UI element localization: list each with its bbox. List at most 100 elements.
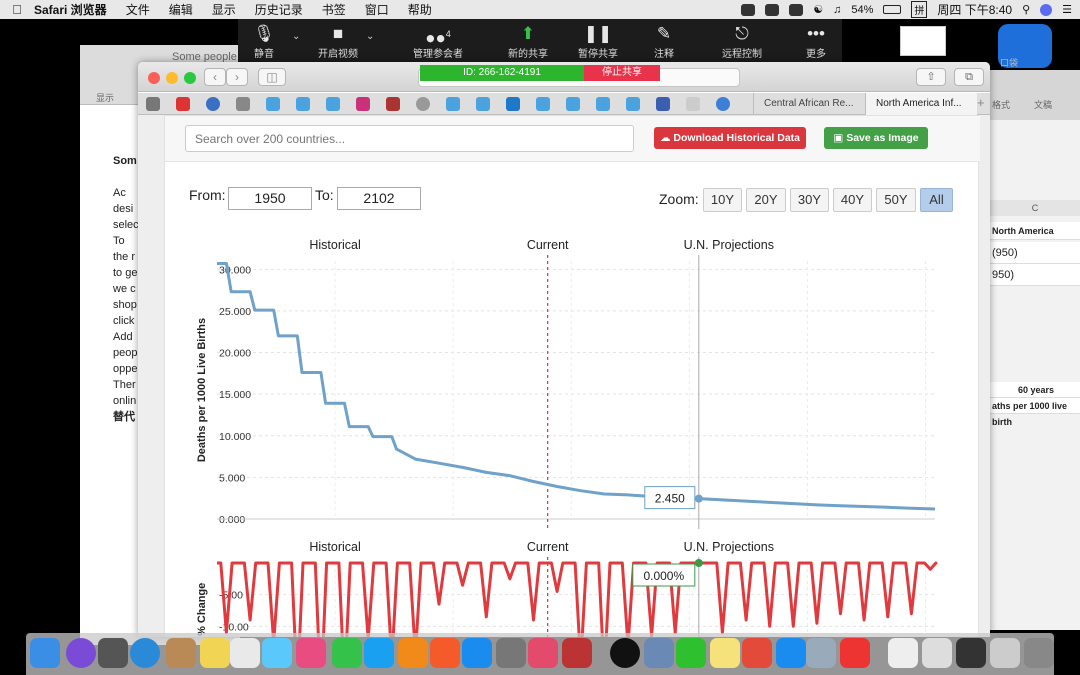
facetime-icon[interactable]	[332, 638, 362, 668]
search-icon[interactable]: ⚲	[1022, 3, 1030, 16]
bookmark-icon[interactable]	[596, 97, 610, 111]
menu-window[interactable]: 窗口	[365, 1, 389, 18]
bookmark-icon[interactable]	[386, 97, 400, 111]
save-as-image-button[interactable]: ▣ Save as Image	[824, 127, 928, 149]
bookmark-icon[interactable]	[506, 97, 520, 111]
mute-button[interactable]: 🎙 静音 ⌄	[234, 23, 300, 60]
safari-icon[interactable]	[130, 638, 160, 668]
menu-view[interactable]: 显示	[212, 1, 236, 18]
tab-north-america[interactable]: North America Inf...	[865, 93, 977, 115]
spreadsheet-cell[interactable]: North America	[990, 222, 1080, 240]
spreadsheet-format-tab[interactable]: 格式	[992, 98, 1010, 111]
participants-button[interactable]: ●●4 管理参会者	[408, 23, 468, 60]
launchpad-icon[interactable]	[98, 638, 128, 668]
charts-svg[interactable]: Historical Current U.N. Projections 0.000 5.…	[165, 176, 980, 637]
bookmark-icon[interactable]	[266, 97, 280, 111]
document-thumb-icon[interactable]	[956, 638, 986, 668]
folder-icon[interactable]	[806, 638, 836, 668]
bookmark-icon[interactable]	[296, 97, 310, 111]
status-app-icon[interactable]	[741, 3, 756, 16]
series-line-child-mortality[interactable]	[217, 262, 936, 511]
notification-icon[interactable]: ☰	[1062, 3, 1072, 16]
tooltip-point[interactable]	[694, 559, 703, 567]
bookmark-icon[interactable]	[536, 97, 550, 111]
stop-share-button[interactable]: 停止共享	[584, 65, 660, 81]
bookmark-icon[interactable]	[236, 97, 250, 111]
zoom-meeting-id-badge[interactable]: ID: 266-162-4191	[420, 65, 584, 81]
maximize-window-button[interactable]	[184, 72, 196, 84]
app-icon[interactable]	[430, 638, 460, 668]
bg-window-view-label[interactable]: 显示	[96, 91, 114, 104]
maps-icon[interactable]	[262, 638, 292, 668]
menu-bookmarks[interactable]: 书签	[322, 1, 346, 18]
forward-button[interactable]: ›	[226, 68, 248, 86]
tab-central-african-republic[interactable]: Central African Re...	[753, 93, 865, 115]
menu-history[interactable]: 历史记录	[255, 1, 303, 18]
minimize-window-button[interactable]	[166, 72, 178, 84]
spreadsheet-cell[interactable]: (950)	[990, 242, 1080, 264]
menu-app-name[interactable]: Safari 浏览器	[34, 1, 107, 18]
remote-control-button[interactable]: ⎋ 远程控制	[712, 23, 772, 60]
more-button[interactable]: ••• 更多	[786, 23, 846, 60]
photos-icon[interactable]	[296, 638, 326, 668]
notes-icon[interactable]	[166, 638, 196, 668]
chevron-down-icon[interactable]: ⌄	[366, 31, 374, 42]
volume-icon[interactable]: ♫	[833, 4, 841, 16]
app-store-icon[interactable]	[462, 638, 492, 668]
bookmark-icon[interactable]	[656, 97, 670, 111]
bookmark-icon[interactable]	[206, 97, 220, 111]
document-thumb-icon[interactable]	[922, 638, 952, 668]
zoom-icon[interactable]	[776, 638, 806, 668]
sidebar-toggle-button[interactable]: ◫	[258, 68, 286, 86]
new-tab-button[interactable]: +	[977, 95, 985, 110]
bookmark-icon[interactable]	[356, 97, 370, 111]
bookmark-icon[interactable]	[566, 97, 580, 111]
stickies-icon[interactable]	[200, 638, 230, 668]
close-window-button[interactable]	[148, 72, 160, 84]
spreadsheet-cell[interactable]: aths per 1000 live birth	[990, 398, 1080, 427]
reading-list-icon[interactable]	[146, 97, 160, 111]
menu-edit[interactable]: 编辑	[169, 1, 193, 18]
netease-music-icon[interactable]	[840, 638, 870, 668]
reminders-icon[interactable]	[230, 638, 260, 668]
wechat-icon[interactable]	[765, 3, 780, 16]
finder-icon[interactable]	[30, 638, 60, 668]
series-line-annual-change[interactable]	[217, 561, 938, 637]
spreadsheet-cell[interactable]: 60 years	[990, 382, 1080, 398]
music-icon[interactable]	[528, 638, 558, 668]
wechat-icon[interactable]	[676, 638, 706, 668]
dictionary-icon[interactable]	[562, 638, 592, 668]
bookmark-icon[interactable]	[716, 97, 730, 111]
bookmark-icon[interactable]	[476, 97, 490, 111]
bookmark-icon[interactable]	[176, 97, 190, 111]
chevron-down-icon[interactable]: ⌄	[292, 31, 300, 42]
spreadsheet-cell[interactable]: 950)	[990, 264, 1080, 286]
battery-level[interactable]: 54%	[851, 4, 873, 16]
siri-icon[interactable]	[66, 638, 96, 668]
document-thumb-icon[interactable]	[990, 638, 1020, 668]
preview-icon[interactable]	[644, 638, 674, 668]
country-search-input[interactable]	[185, 125, 634, 152]
messages-icon[interactable]	[364, 638, 394, 668]
bookmark-icon[interactable]	[416, 97, 430, 111]
sticky-note-icon[interactable]	[710, 638, 740, 668]
books-icon[interactable]	[398, 638, 428, 668]
back-button[interactable]: ‹	[204, 68, 226, 86]
spreadsheet-document-tab[interactable]: 文稿	[1034, 98, 1052, 111]
bookmark-icon[interactable]	[686, 97, 700, 111]
bluetooth-icon[interactable]	[789, 3, 804, 16]
system-preferences-icon[interactable]	[496, 638, 526, 668]
menu-file[interactable]: 文件	[126, 1, 150, 18]
bookmark-icon[interactable]	[626, 97, 640, 111]
tab-overview-button[interactable]: ⧉	[954, 68, 984, 86]
download-historical-data-button[interactable]: ☁ Download Historical Data	[654, 127, 806, 149]
trash-icon[interactable]	[1024, 638, 1054, 668]
clock[interactable]: 周四 下午8:40	[937, 1, 1012, 18]
pause-share-button[interactable]: ❚❚ 暂停共享	[568, 23, 628, 60]
video-button[interactable]: ■ 开启视频 ⌄	[308, 23, 374, 60]
bookmark-icon[interactable]	[326, 97, 340, 111]
new-share-button[interactable]: ⬆ 新的共享	[498, 23, 558, 60]
siri-icon[interactable]	[1040, 3, 1053, 16]
document-thumb-icon[interactable]	[888, 638, 918, 668]
spreadsheet-column-header[interactable]: C	[990, 200, 1080, 216]
